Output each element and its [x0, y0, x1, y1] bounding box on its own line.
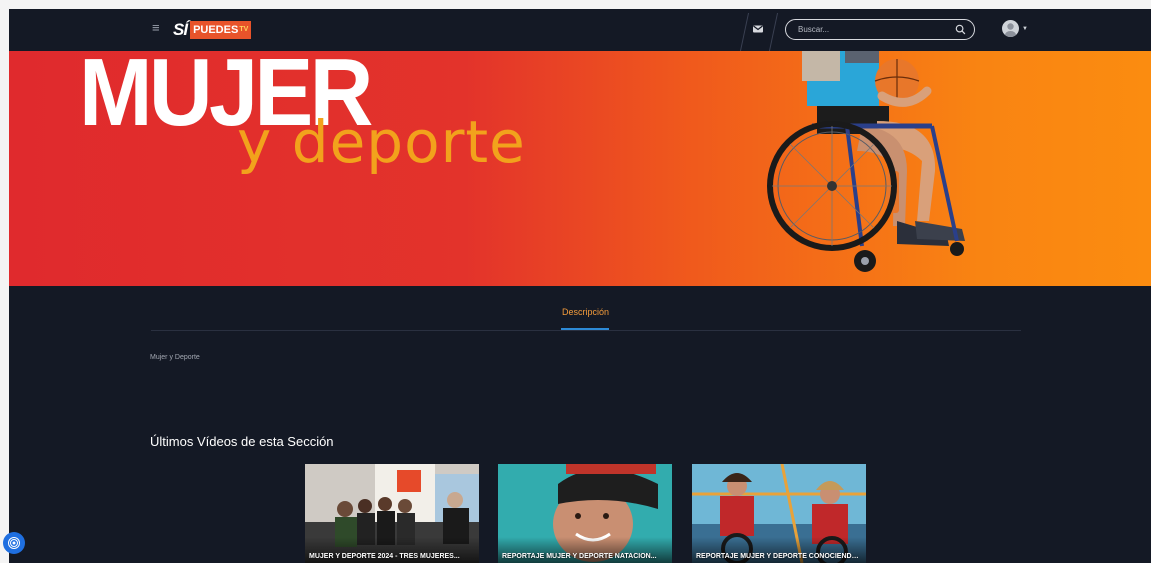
- video-card-title: MUJER Y DEPORTE 2024 - TRES MUJERES...: [309, 553, 460, 560]
- avatar-icon[interactable]: [1002, 20, 1019, 37]
- section-banner: MUJER y deporte: [9, 51, 1151, 286]
- top-navbar: ≡ SÍ PUEDES TV Buscar... ▼: [9, 9, 1151, 51]
- banner-subtitle: y deporte: [237, 108, 526, 176]
- logo-si-text: SÍ: [173, 20, 188, 39]
- chevron-down-icon[interactable]: ▼: [1022, 26, 1028, 32]
- accessibility-icon[interactable]: [3, 532, 25, 554]
- hamburger-icon[interactable]: ≡: [152, 21, 164, 34]
- latest-videos-title: Últimos Vídeos de esta Sección: [150, 434, 334, 449]
- site-logo[interactable]: SÍ PUEDES TV: [173, 20, 252, 40]
- section-description: Mujer y Deporte: [150, 354, 200, 361]
- search-input[interactable]: [798, 25, 955, 34]
- video-card[interactable]: MUJER Y DEPORTE 2024 - TRES MUJERES...: [305, 464, 479, 563]
- video-card[interactable]: REPORTAJE MUJER Y DEPORTE NATACIÓN...: [498, 464, 672, 563]
- video-card-title: REPORTAJE MUJER Y DEPORTE CONOCIENDO...: [696, 553, 862, 560]
- logo-puedes-text: PUEDES: [193, 24, 239, 36]
- page-frame: ≡ SÍ PUEDES TV Buscar... ▼ MUJER y depor…: [9, 9, 1151, 563]
- wheelchair-athlete-image: [767, 51, 965, 272]
- tab-description[interactable]: Descripción: [562, 307, 609, 317]
- video-card-title: REPORTAJE MUJER Y DEPORTE NATACIÓN...: [502, 553, 657, 560]
- logo-tv-text: TV: [239, 26, 249, 33]
- nav-separator: [739, 13, 750, 51]
- nav-separator: [768, 13, 779, 51]
- logo-puedes-box: PUEDES TV: [190, 21, 252, 39]
- search-icon[interactable]: [955, 24, 966, 35]
- search-bar: [785, 19, 975, 40]
- video-card[interactable]: REPORTAJE MUJER Y DEPORTE CONOCIENDO...: [692, 464, 866, 563]
- tab-divider: [151, 330, 1021, 331]
- envelope-icon[interactable]: [751, 22, 765, 36]
